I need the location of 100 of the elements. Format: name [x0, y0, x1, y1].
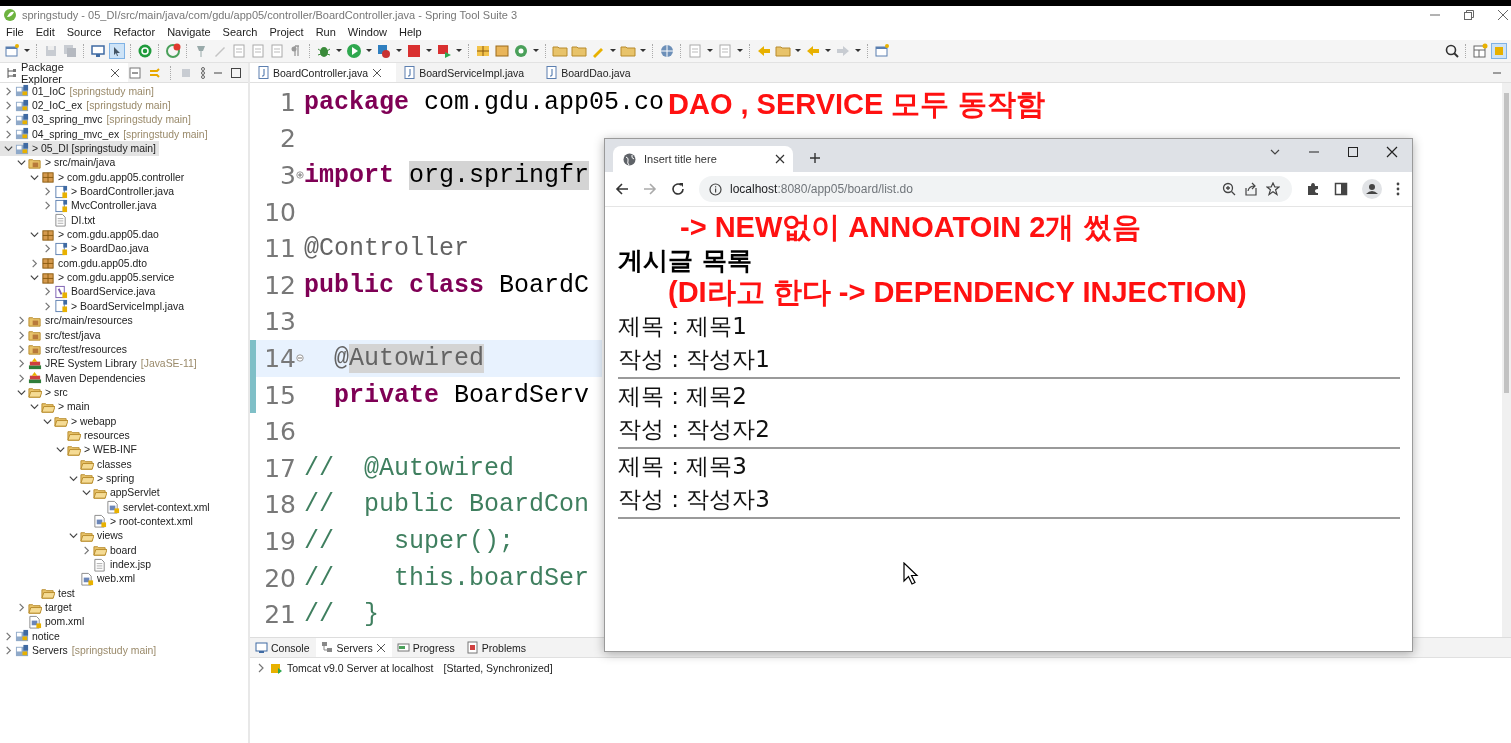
tree-item[interactable]: BoardService.java	[0, 284, 156, 300]
class-icon[interactable]	[475, 43, 491, 59]
tree-item[interactable]: pom.xml	[0, 614, 85, 630]
tree-item[interactable]: > spring	[0, 471, 135, 486]
address-bar[interactable]: localhost:8080/app05/board/list.do	[699, 176, 1292, 202]
tree-item[interactable]: web.xml	[0, 571, 136, 587]
tree-item[interactable]: servlet-context.xml	[0, 499, 210, 515]
tree-item[interactable]: notice	[0, 629, 60, 644]
chevron-right-icon[interactable]	[3, 645, 14, 657]
tree-item[interactable]: appServlet	[0, 485, 160, 500]
tree-item[interactable]: test	[0, 586, 75, 601]
tree-item[interactable]: JRE System Library [JavaSE-11]	[0, 356, 197, 371]
tree-item[interactable]: > src/main/java	[0, 155, 116, 171]
tree-item[interactable]: 02_IoC_ex [springstudy main]	[0, 98, 171, 113]
fold-expand-icon[interactable]	[296, 171, 304, 180]
chevron-right-icon[interactable]	[81, 544, 92, 556]
tree-item[interactable]: > BoardServiceImpl.java	[0, 299, 184, 314]
tree-item[interactable]: src/test/java	[0, 327, 101, 343]
scrollbar[interactable]	[1502, 83, 1511, 637]
perspective-icon[interactable]	[1472, 43, 1488, 59]
editor-tab[interactable]: BoardServiceImpl.java	[396, 63, 539, 82]
menu-item[interactable]: Run	[315, 26, 336, 38]
plus-icon[interactable]	[809, 152, 821, 164]
menu-item[interactable]: Navigate	[167, 26, 211, 38]
back-icon[interactable]	[615, 182, 629, 196]
menu-item[interactable]: Project	[269, 26, 304, 38]
tree-item[interactable]: MvcController.java	[0, 198, 157, 214]
browser-tab[interactable]: Insert title here	[613, 146, 793, 172]
chevron-right-icon[interactable]	[3, 114, 14, 126]
profile-icon[interactable]	[1362, 179, 1382, 199]
tree-item[interactable]: board	[0, 543, 137, 558]
tree-item[interactable]: resources	[0, 428, 130, 443]
globe-icon[interactable]	[659, 43, 675, 59]
search-icon[interactable]	[1444, 43, 1460, 59]
star-icon[interactable]	[1266, 182, 1280, 196]
editor-tab[interactable]: BoardController.java	[250, 63, 397, 82]
cursor-icon[interactable]	[109, 43, 125, 59]
close-icon[interactable]	[372, 67, 383, 78]
chevron-right-icon[interactable]	[3, 100, 14, 111]
menu-item[interactable]: Search	[222, 26, 258, 38]
refresh-icon[interactable]	[165, 43, 181, 59]
menu-icon[interactable]	[1396, 182, 1400, 196]
chevron-right-icon[interactable]	[16, 315, 27, 327]
server-item[interactable]: Tomcat v9.0 Server at localhost [Started, Synchronized]	[256, 661, 1511, 675]
close-icon[interactable]	[110, 67, 120, 78]
chevron-right-icon[interactable]	[42, 200, 53, 212]
share-icon[interactable]	[1244, 182, 1258, 196]
tree-item[interactable]: Maven Dependencies	[0, 370, 146, 386]
sidebar-icon[interactable]	[1334, 182, 1348, 196]
tree-item[interactable]: index.jsp	[0, 557, 151, 572]
chevron-right-icon[interactable]	[3, 630, 14, 642]
puzzle-icon[interactable]	[1306, 182, 1320, 196]
new-window-icon[interactable]	[874, 43, 890, 59]
tree-item[interactable]: > webapp	[0, 413, 117, 429]
panel-tab[interactable]: Problems	[460, 638, 533, 657]
tree-item[interactable]: > main	[0, 399, 90, 414]
tree-item[interactable]: target	[0, 600, 72, 615]
chevron-right-icon[interactable]	[16, 343, 27, 355]
maximize-icon[interactable]	[1347, 145, 1359, 158]
editor-tab[interactable]: BoardDao.java	[538, 63, 645, 82]
zoom-icon[interactable]	[1222, 182, 1236, 196]
tree-item[interactable]: > WEB-INF	[0, 442, 137, 457]
close-icon[interactable]	[1497, 9, 1509, 21]
menu-item[interactable]: Edit	[35, 26, 55, 38]
tree-item[interactable]: classes	[0, 456, 132, 472]
new-window-icon[interactable]	[4, 43, 20, 59]
tree-item[interactable]: 04_spring_mvc_ex [springstudy main]	[0, 127, 208, 142]
more-icon[interactable]	[200, 65, 206, 80]
menu-item[interactable]: Window	[347, 26, 387, 38]
panel-tab[interactable]: Servers	[315, 638, 392, 657]
chevron-right-icon[interactable]	[3, 128, 14, 140]
chevron-right-icon[interactable]	[42, 186, 53, 198]
chevron-right-icon[interactable]	[16, 358, 27, 370]
maximize-icon[interactable]	[230, 66, 242, 79]
reload-icon[interactable]	[671, 182, 685, 196]
tree-item[interactable]: src/main/resources	[0, 313, 133, 328]
package-icon[interactable]	[494, 43, 510, 59]
chevron-right-icon[interactable]	[16, 372, 27, 384]
close-icon[interactable]	[375, 642, 386, 653]
forward-icon[interactable]	[643, 182, 657, 196]
panel-tab[interactable]: Progress	[391, 638, 461, 657]
tree-item[interactable]: 01_IoC [springstudy main]	[0, 84, 154, 99]
tree-item[interactable]: > com.gdu.app05.dao	[0, 227, 159, 242]
close-icon[interactable]	[775, 154, 785, 164]
monitor-icon[interactable]	[90, 43, 106, 59]
tree-item[interactable]: > com.gdu.app05.controller	[0, 170, 185, 185]
tree-item[interactable]: > BoardController.java	[0, 184, 175, 199]
tree-item[interactable]: views	[0, 528, 123, 543]
tree-item[interactable]: > src	[0, 385, 68, 400]
folder-icon[interactable]	[571, 43, 587, 59]
power-icon[interactable]	[137, 43, 153, 59]
tree-item[interactable]: > com.gdu.app05.service	[0, 270, 175, 285]
tree-item[interactable]: src/test/resources	[0, 342, 127, 357]
menu-item[interactable]: Help	[399, 26, 422, 38]
tree-item[interactable]: > root-context.xml	[0, 514, 193, 529]
chevron-right-icon[interactable]	[3, 85, 14, 97]
fold-collapse-icon[interactable]	[296, 354, 304, 363]
menu-item[interactable]: Source	[66, 26, 102, 38]
chevron-right-icon[interactable]	[256, 663, 266, 673]
tree-item[interactable]: > 05_DI [springstudy main]	[0, 141, 159, 156]
